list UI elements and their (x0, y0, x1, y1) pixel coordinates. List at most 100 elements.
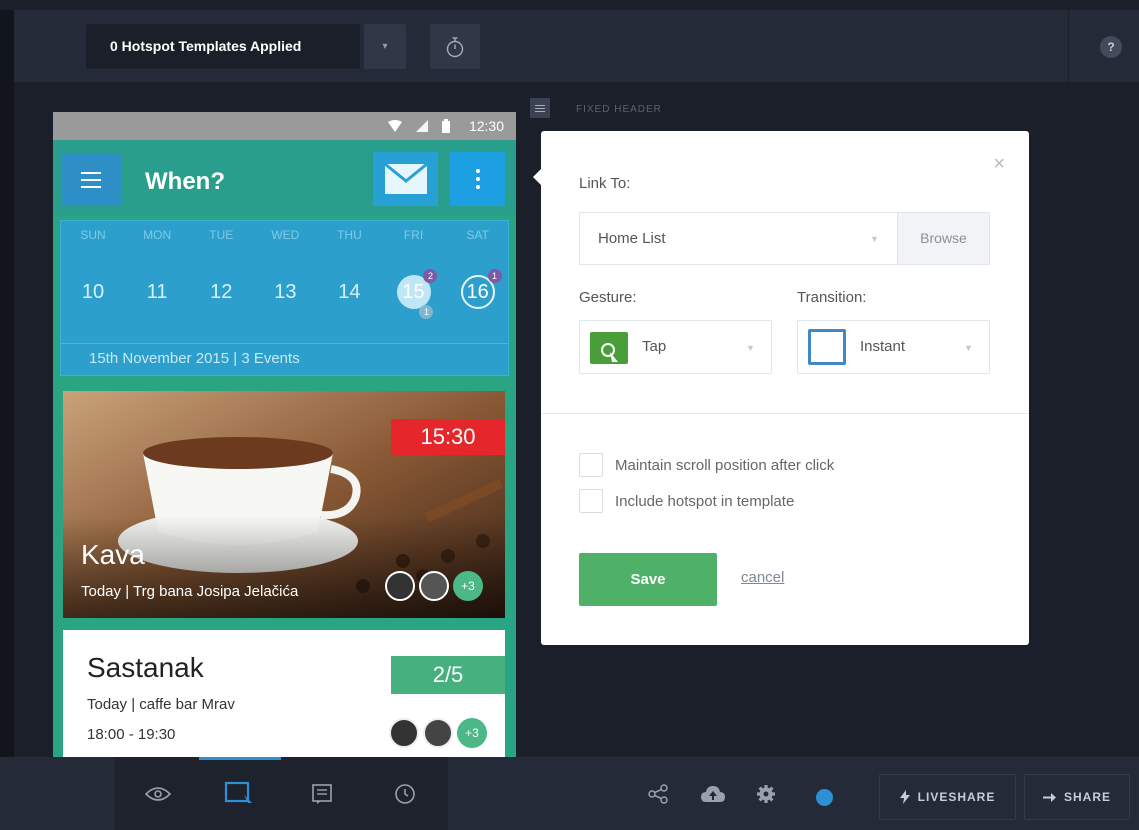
panel-divider (541, 413, 1029, 414)
calendar-dates: 10 11 12 13 14 15 2 1 16 1 (61, 267, 510, 319)
battery-icon (442, 119, 450, 133)
avatar (389, 718, 419, 748)
day-name: SAT (466, 228, 489, 242)
more-attendees-badge: +3 (457, 718, 487, 748)
meeting-place: Today | caffe bar Mrav (87, 696, 235, 713)
calendar-date[interactable]: 10 (61, 267, 125, 317)
fixed-header-label: FIXED HEADER (576, 104, 662, 115)
calendar-date[interactable]: 14 (317, 267, 381, 317)
toolbar-divider (1068, 10, 1069, 82)
include-template-label: Include hotspot in template (615, 492, 795, 510)
history-clock-icon[interactable] (375, 757, 435, 830)
gesture-select[interactable]: Tap ▼ (579, 320, 772, 374)
meeting-attendance-badge: 2/5 (391, 656, 505, 694)
gesture-value: Tap (642, 338, 667, 355)
cloud-upload-icon[interactable] (698, 757, 728, 830)
share-nodes-icon[interactable] (643, 757, 673, 830)
transition-label: Transition: (797, 289, 867, 306)
app-bar: When? (53, 140, 516, 216)
preview-mode-eye-icon[interactable] (128, 757, 188, 830)
wifi-icon (388, 120, 402, 132)
attendee-avatars: +3 (385, 571, 483, 601)
hotspot-templates-dropdown[interactable]: 0 Hotspot Templates Applied (86, 24, 360, 69)
chevron-down-icon: ▼ (746, 343, 755, 353)
active-mode-indicator (199, 757, 281, 760)
mail-icon[interactable] (373, 152, 438, 206)
more-attendees-badge: +3 (453, 571, 483, 601)
left-edge-strip (0, 10, 14, 830)
event-count-badge: 1 (487, 269, 502, 283)
avatar (385, 571, 415, 601)
browse-button[interactable]: Browse (897, 212, 990, 265)
calendar-date[interactable]: 11 (125, 267, 189, 317)
cancel-link[interactable]: cancel (741, 569, 784, 586)
event-card-kava[interactable]: 15:30 Kava Today | Trg bana Josipa Jelač… (63, 391, 505, 618)
app-title: When? (145, 168, 225, 195)
calendar-divider (61, 343, 508, 344)
link-to-select[interactable]: Home List (579, 212, 897, 265)
avatar (423, 718, 453, 748)
share-label: SHARE (1063, 790, 1111, 804)
stopwatch-icon (446, 36, 464, 57)
hotspot-settings-panel: × Link To: Home List ▼ Browse Gesture: T… (533, 131, 1029, 645)
day-name: SUN (80, 228, 106, 242)
meeting-title: Sastanak (87, 652, 204, 683)
share-button[interactable]: SHARE (1024, 774, 1130, 820)
calendar-date-marked[interactable]: 16 1 (446, 267, 510, 317)
event-title: Kava (81, 539, 145, 570)
calendar-date[interactable]: 12 (189, 267, 253, 317)
attendee-avatars: +3 (389, 718, 487, 748)
event-card-sastanak[interactable]: Sastanak Today | caffe bar Mrav 18:00 - … (63, 630, 505, 757)
presence-status-dot[interactable] (816, 789, 833, 806)
day-name: THU (337, 228, 362, 242)
save-button[interactable]: Save (579, 553, 717, 606)
phone-preview[interactable]: 12:30 When? SUN MON TUE WED THU FRI SAT … (53, 112, 516, 757)
templates-caret-button[interactable]: ▾ (364, 24, 406, 69)
transition-select[interactable]: Instant ▼ (797, 320, 990, 374)
day-name: TUE (209, 228, 234, 242)
liveshare-button[interactable]: LIVESHARE (879, 774, 1016, 820)
instant-transition-icon (808, 329, 846, 365)
gear-icon[interactable] (751, 757, 781, 830)
event-time-badge: 15:30 (391, 419, 505, 455)
fixed-header-handle-icon[interactable] (530, 98, 550, 118)
status-time: 12:30 (468, 118, 504, 134)
android-status-bar: 12:30 (53, 112, 516, 140)
arrow-right-icon (1042, 792, 1056, 802)
day-name: WED (271, 228, 300, 242)
calendar-day-names: SUN MON TUE WED THU FRI SAT (61, 221, 510, 249)
event-subtitle: Today | Trg bana Josipa Jelačića (81, 583, 299, 600)
mode-switcher (115, 757, 448, 830)
include-template-option[interactable]: Include hotspot in template (579, 489, 794, 513)
week-calendar: SUN MON TUE WED THU FRI SAT 10 11 12 13 … (60, 220, 509, 376)
hamburger-menu-icon[interactable] (61, 154, 121, 206)
gesture-label: Gesture: (579, 289, 637, 306)
timer-button[interactable] (430, 24, 480, 69)
close-icon[interactable]: × (993, 153, 1005, 176)
tap-gesture-icon (590, 332, 628, 364)
transition-value: Instant (860, 338, 906, 355)
maintain-scroll-option[interactable]: Maintain scroll position after click (579, 453, 834, 477)
event-count-badge: 1 (419, 305, 434, 319)
day-name: FRI (403, 228, 424, 242)
chevron-down-icon: ▼ (964, 343, 973, 353)
link-to-label: Link To: (579, 175, 631, 192)
panel-pointer (533, 169, 541, 185)
liveshare-label: LIVESHARE (917, 790, 996, 804)
hotspot-mode-icon[interactable] (209, 757, 269, 830)
calendar-date[interactable]: 13 (253, 267, 317, 317)
more-vert-icon[interactable] (450, 152, 505, 206)
help-icon[interactable]: ? (1100, 36, 1122, 58)
day-name: MON (143, 228, 172, 242)
calendar-info: 15th November 2015 | 3 Events (89, 350, 300, 367)
avatar (419, 571, 449, 601)
include-template-checkbox[interactable] (579, 489, 603, 513)
event-count-badge: 2 (423, 269, 438, 283)
lightning-icon (899, 790, 910, 804)
maintain-scroll-checkbox[interactable] (579, 453, 603, 477)
chevron-down-icon: ▼ (870, 234, 879, 244)
signal-icon (416, 120, 428, 132)
calendar-date-selected[interactable]: 15 2 1 (381, 267, 445, 319)
comment-mode-icon[interactable] (292, 757, 352, 830)
maintain-scroll-label: Maintain scroll position after click (615, 456, 835, 474)
